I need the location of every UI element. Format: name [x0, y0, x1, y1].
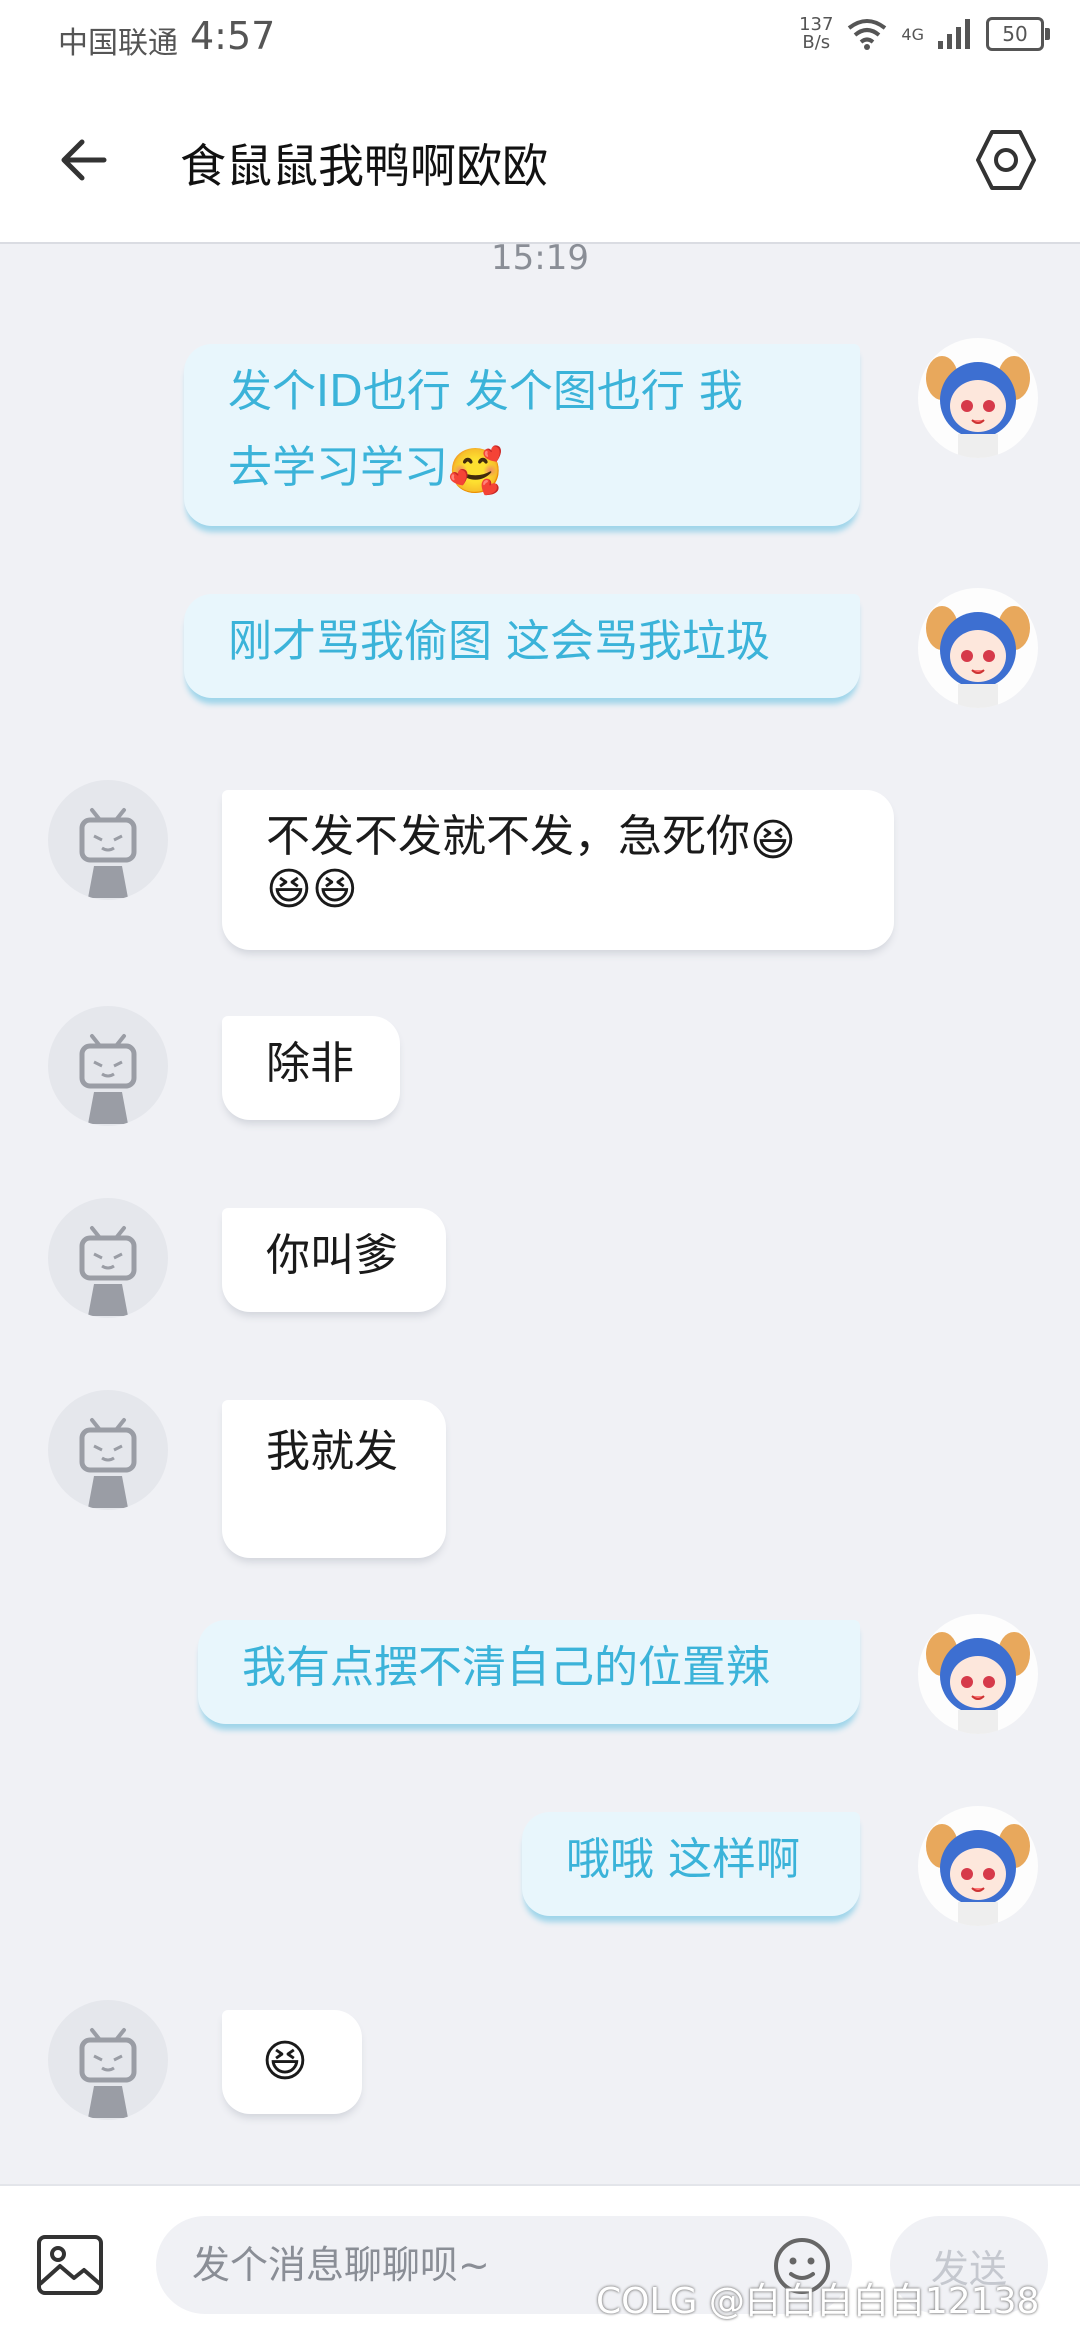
message-bubble-received[interactable]: 我就发	[222, 1400, 446, 1558]
settings-icon[interactable]	[972, 126, 1040, 194]
battery-icon: 50	[986, 17, 1050, 51]
my-avatar[interactable]	[918, 1806, 1038, 1926]
message-bubble-received[interactable]: 😆	[222, 2010, 362, 2114]
message-text: 去学习学习🥰	[228, 442, 503, 497]
net-speed: 137 B/s	[799, 16, 833, 52]
message-bubble-sent[interactable]: 哦哦 这样啊	[522, 1812, 860, 1916]
back-arrow-icon[interactable]	[52, 128, 116, 192]
clock: 4:57	[190, 14, 276, 58]
message-text: 发个ID也行 发个图也行 我	[228, 366, 743, 417]
message-bubble-received[interactable]: 不发不发就不发，急死你😆 😆😆	[222, 790, 894, 950]
message-text: 你叫爹	[266, 1230, 398, 1281]
message-bubble-sent[interactable]: 我有点摆不清自己的位置辣	[198, 1620, 860, 1724]
message-bubble-sent[interactable]: 刚才骂我偷图 这会骂我垃圾	[184, 594, 860, 698]
status-indicators: 137 B/s 4G 50	[799, 16, 1050, 52]
wifi-icon	[848, 19, 887, 50]
my-avatar[interactable]	[918, 1614, 1038, 1734]
message-text: 我就发	[266, 1426, 398, 1477]
contact-avatar[interactable]	[48, 2000, 168, 2120]
contact-avatar[interactable]	[48, 1006, 168, 1126]
status-bar: 中国联通 4:57 137 B/s 4G 50	[0, 0, 1080, 78]
message-timestamp: 15:19	[491, 238, 589, 278]
watermark: COLG @白白白白白12138	[596, 2281, 1040, 2322]
laughing-emoji-icon: 😆😆	[266, 864, 358, 915]
net-speed-unit: B/s	[802, 32, 831, 53]
signal-icon	[938, 19, 970, 49]
image-picker-icon[interactable]	[36, 2234, 104, 2296]
my-avatar[interactable]	[918, 338, 1038, 458]
message-text: 刚才骂我偷图 这会骂我垃圾	[228, 616, 770, 667]
contact-avatar[interactable]	[48, 780, 168, 900]
contact-avatar[interactable]	[48, 1390, 168, 1510]
carrier-label: 中国联通	[58, 26, 178, 61]
my-avatar[interactable]	[918, 588, 1038, 708]
hug-heart-emoji-icon: 🥰	[448, 446, 503, 497]
message-text: 除非	[266, 1038, 354, 1089]
contact-avatar[interactable]	[48, 1198, 168, 1318]
message-bubble-received[interactable]: 你叫爹	[222, 1208, 446, 1312]
message-bubble-sent[interactable]: 发个ID也行 发个图也行 我 去学习学习🥰	[184, 344, 860, 526]
message-text: 哦哦 这样啊	[566, 1834, 800, 1885]
message-text: 不发不发就不发，急死你😆	[266, 811, 796, 866]
network-type-label: 4G	[901, 24, 924, 44]
laughing-emoji-icon: 😆	[262, 2036, 308, 2087]
laughing-emoji-icon: 😆	[750, 815, 796, 866]
chat-header: 食鼠鼠我鸭啊欧欧	[0, 78, 1080, 244]
chat-title: 食鼠鼠我鸭啊欧欧	[180, 139, 548, 193]
message-bubble-received[interactable]: 除非	[222, 1016, 400, 1120]
message-text: 我有点摆不清自己的位置辣	[242, 1642, 770, 1693]
